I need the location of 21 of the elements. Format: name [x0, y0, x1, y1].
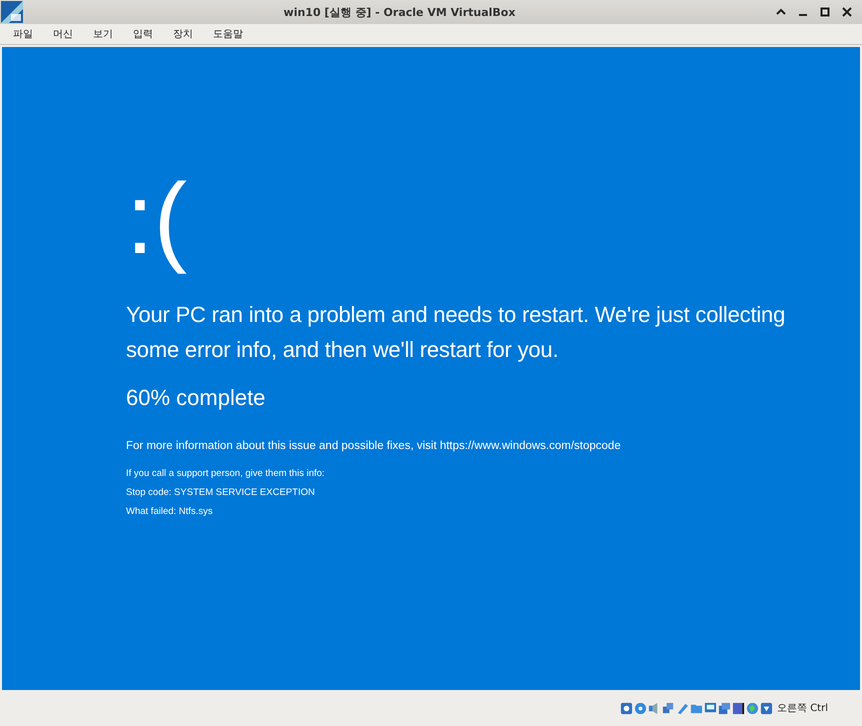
- maximize-icon[interactable]: [820, 7, 830, 17]
- optical-icon[interactable]: [634, 702, 648, 714]
- host-key-label: 오른쪽 Ctrl: [777, 702, 828, 715]
- menu-item[interactable]: 입력: [126, 27, 160, 41]
- window-title: win10 [실행 중] - Oracle VM VirtualBox: [282, 4, 516, 20]
- detail-text: Stop code: SYSTEM SERVICE EXCEPTION: [126, 487, 315, 498]
- menu-item[interactable]: 보기: [86, 27, 120, 41]
- detail-text: What failed: Ntfs.sys: [126, 506, 213, 517]
- menu-item[interactable]: 장치: [166, 27, 200, 41]
- close-icon[interactable]: [842, 7, 852, 17]
- info-text: For more information about this issue and possible fixes, visit https://www.windows.com/stopcode: [126, 440, 621, 452]
- error-message: Your PC ran into a problem and needs to restart. We're just collecting some error info, and then we'll restart for you.: [126, 301, 786, 364]
- progress-text: 60% complete: [126, 385, 266, 411]
- detail-text: If you call a support person, give them this info:: [126, 468, 325, 479]
- menu-item[interactable]: 머신: [46, 27, 80, 41]
- display-icon[interactable]: [704, 702, 718, 714]
- collapse-icon[interactable]: [776, 7, 786, 17]
- app-icon: [1, 1, 23, 23]
- menu-item[interactable]: 도움말: [206, 27, 250, 41]
- sad-face: :(: [126, 162, 188, 277]
- menu-item[interactable]: 파일: [6, 27, 40, 41]
